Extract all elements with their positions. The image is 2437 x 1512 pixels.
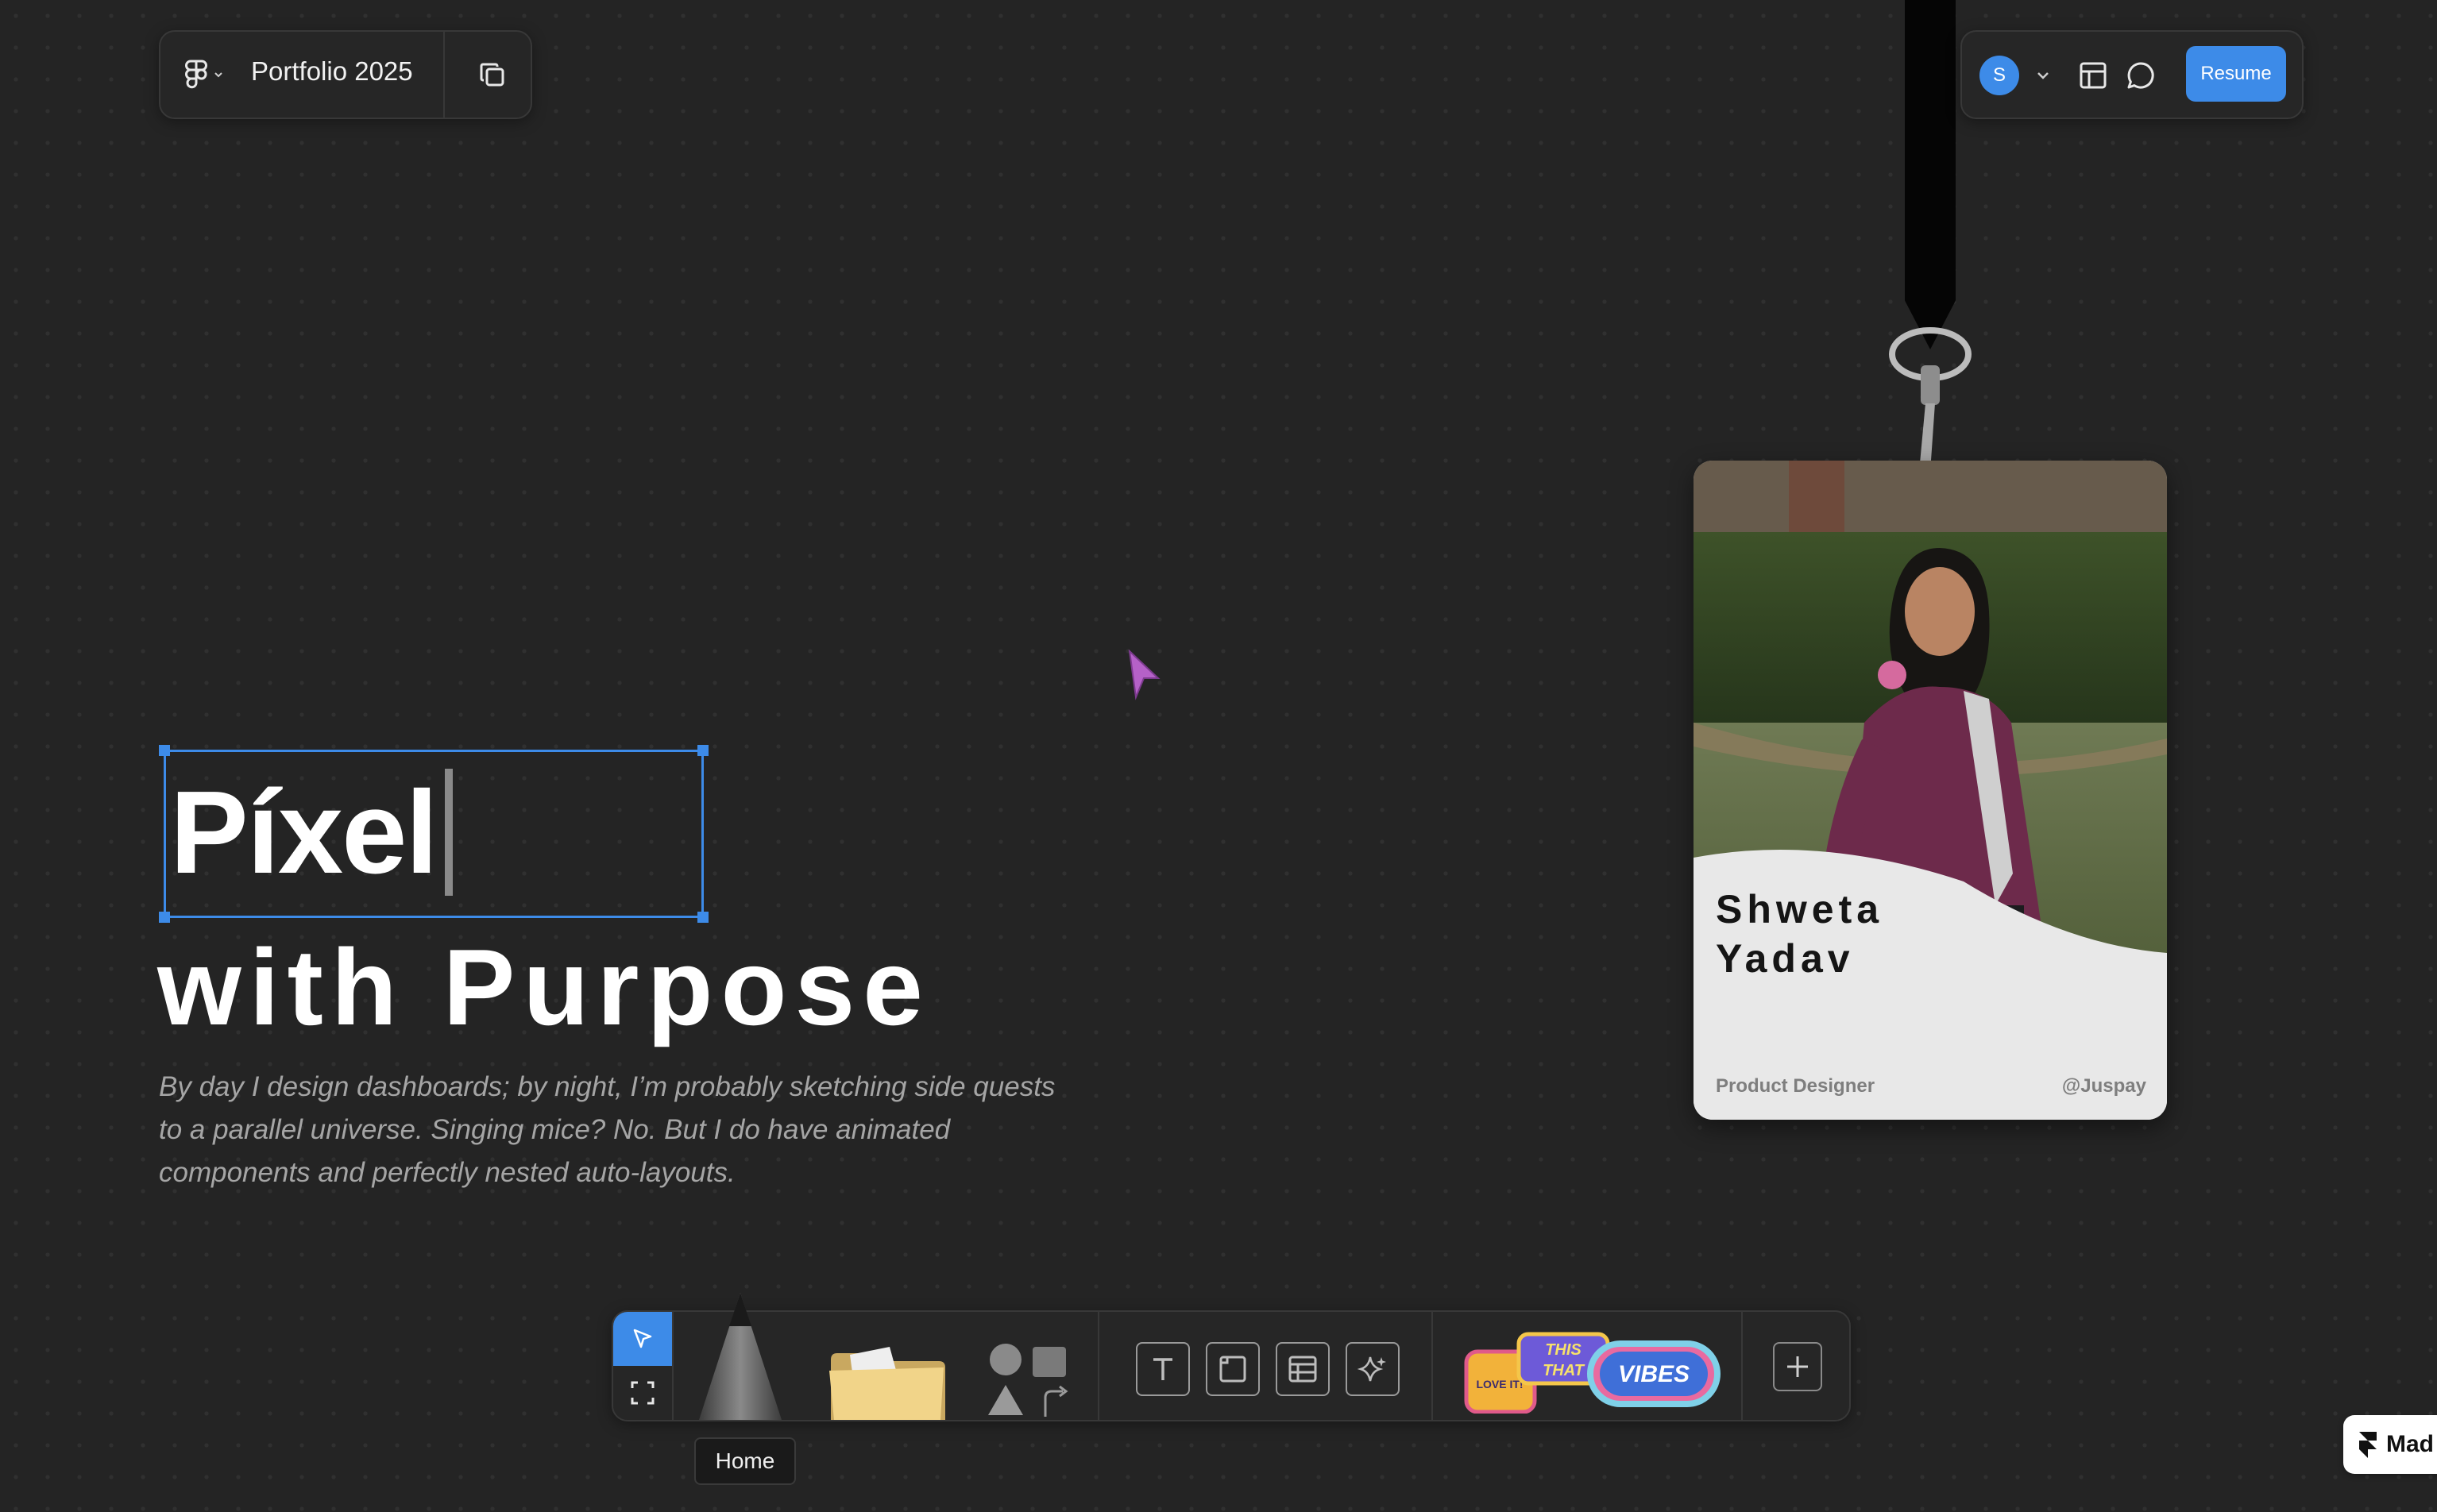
svg-text:THAT: THAT	[1543, 1362, 1585, 1379]
frame-tool[interactable]	[613, 1366, 672, 1420]
divider	[1431, 1312, 1433, 1420]
folder-icon[interactable]	[828, 1344, 947, 1420]
hero-title-line2: with Purpose	[157, 927, 931, 1047]
divider	[1098, 1312, 1099, 1420]
comment-icon	[2127, 62, 2154, 89]
made-badge-label: Mad	[2386, 1431, 2434, 1457]
duplicate-button[interactable]	[469, 51, 516, 98]
layout-button[interactable]	[2073, 56, 2113, 95]
file-menu-bar: Portfolio 2025	[159, 30, 532, 119]
text-tool[interactable]	[1136, 1342, 1190, 1396]
chevron-down-icon	[214, 72, 222, 78]
ai-tool[interactable]	[1346, 1342, 1400, 1396]
frame-box-tool[interactable]	[1206, 1342, 1260, 1396]
hero-title-line1[interactable]: Píxel	[170, 766, 438, 901]
sparkle-icon	[1357, 1356, 1386, 1382]
figma-icon	[185, 60, 207, 89]
duplicate-icon	[480, 63, 504, 87]
comment-button[interactable]	[2121, 56, 2161, 95]
tooltip: Home	[694, 1437, 796, 1485]
main-menu-button[interactable]	[184, 54, 235, 95]
divider	[672, 1312, 674, 1420]
lanyard-strap	[1905, 0, 1956, 349]
text-caret	[445, 769, 453, 896]
made-with-badge[interactable]: Mad	[2343, 1415, 2437, 1474]
shapes-icon[interactable]	[983, 1340, 1072, 1417]
resume-button[interactable]: Resume	[2186, 46, 2286, 102]
frame-icon	[631, 1381, 655, 1405]
svg-text:VIBES: VIBES	[1618, 1361, 1690, 1387]
layout-icon	[2080, 62, 2107, 89]
pencil-icon[interactable]	[694, 1293, 786, 1420]
share-bar: S Resume	[1960, 30, 2304, 119]
badge-last-name: Yadav	[1716, 936, 1855, 981]
badge-card-curve	[1694, 850, 2167, 1120]
select-tool[interactable]	[613, 1312, 672, 1366]
add-icon	[1787, 1356, 1808, 1377]
badge-role: Product Designer	[1716, 1075, 1875, 1097]
table-icon	[1288, 1356, 1317, 1383]
resize-handle[interactable]	[697, 745, 709, 756]
hero-description: By day I design dashboards; by night, I’…	[159, 1071, 1056, 1188]
badge-first-name: Shweta	[1716, 887, 1884, 932]
file-title[interactable]: Portfolio 2025	[251, 56, 413, 87]
frame-box-icon	[1219, 1356, 1246, 1383]
table-tool[interactable]	[1276, 1342, 1330, 1396]
select-icon	[633, 1329, 652, 1348]
text-icon	[1153, 1358, 1172, 1380]
stickers-icon[interactable]: LOVE IT! THIS THAT VIBES	[1463, 1326, 1725, 1414]
framer-icon	[2359, 1432, 2377, 1458]
badge-handle: @Juspay	[2061, 1075, 2146, 1097]
resize-handle[interactable]	[159, 745, 170, 756]
svg-text:THIS: THIS	[1545, 1341, 1582, 1359]
divider	[443, 32, 445, 118]
add-button[interactable]	[1773, 1342, 1822, 1391]
avatar[interactable]: S	[1979, 56, 2019, 95]
chevron-down-icon[interactable]	[2029, 60, 2057, 89]
divider	[1741, 1312, 1743, 1420]
id-badge[interactable]: Shweta Yadav Product Designer @Juspay	[1694, 461, 2167, 1120]
svg-text:LOVE IT!: LOVE IT!	[1476, 1378, 1523, 1390]
cursor-pointer-icon	[1128, 650, 1161, 700]
bottom-toolbar: LOVE IT! THIS THAT VIBES	[612, 1293, 1851, 1421]
